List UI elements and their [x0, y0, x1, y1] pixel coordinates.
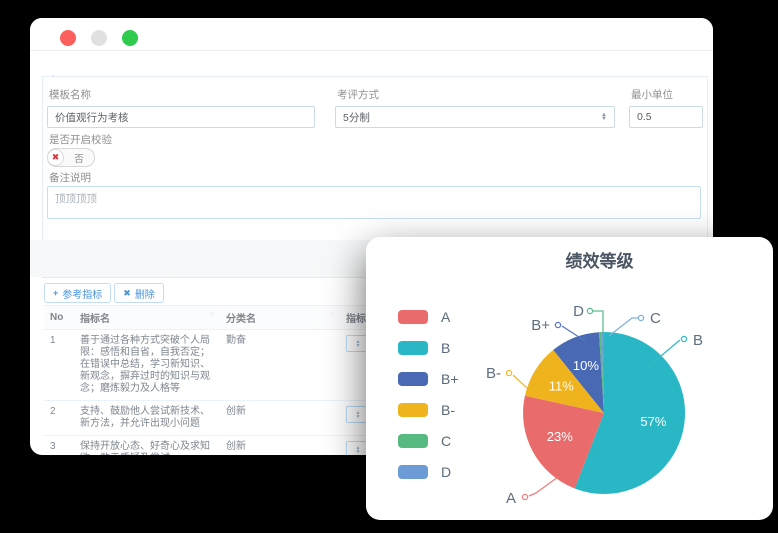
row-number-cell: 2 — [44, 401, 74, 436]
eval-method-label: 考评方式 — [337, 87, 379, 102]
pie-percent-label: 23% — [547, 429, 573, 444]
min-unit-input[interactable]: 0.5 — [629, 106, 703, 128]
eval-method-value: 5分制 — [343, 110, 370, 125]
min-unit-value: 0.5 — [637, 111, 652, 123]
sort-icon[interactable]: ○ — [210, 311, 214, 318]
category-name-cell: 勤奋 — [220, 330, 340, 401]
column-header[interactable]: 分类名○ — [220, 306, 340, 330]
svg-text:B: B — [693, 332, 703, 349]
validation-label: 是否开启校验 — [49, 132, 112, 147]
category-name-cell: 创新 — [220, 401, 340, 436]
svg-text:A: A — [506, 490, 516, 507]
leader-B-minus: B- — [486, 365, 527, 388]
performance-chart-card: 绩效等级 ABB+B-CD 57%23%11%10% D C B B+ B- — [366, 237, 773, 520]
maximize-window-icon[interactable] — [122, 30, 138, 46]
remark-textarea[interactable]: 顶顶顶顶 — [47, 186, 701, 219]
row-number-cell: 1 — [44, 330, 74, 401]
pie-percent-label: 57% — [640, 414, 666, 429]
template-name-value: 价值观行为考核 — [55, 110, 129, 125]
pie-chart: 57% 23% 11% 10% D C B B+ B- — [366, 237, 773, 520]
pie-percent-label: 10% — [573, 358, 599, 373]
delete-button[interactable]: ✖ 删除 — [114, 283, 164, 303]
indicator-name-cell: 善于通过各种方式突破个人局限：感悟和自省，自我否定；在错误中总结，学习新知识、新… — [74, 330, 220, 401]
leader-D: D — [573, 303, 603, 333]
svg-text:C: C — [650, 310, 661, 327]
remark-label: 备注说明 — [49, 170, 91, 185]
column-header[interactable]: 指标名○ — [74, 306, 220, 330]
add-indicator-button[interactable]: + 参考指标 — [44, 283, 111, 303]
template-name-label: 模板名称 — [49, 87, 91, 102]
svg-text:D: D — [573, 303, 584, 320]
select-arrows-icon: ▲▼ — [601, 113, 607, 121]
delete-x-icon: ✖ — [123, 288, 131, 299]
stepper-down-icon[interactable]: ▼ — [356, 450, 361, 454]
category-name-cell: 创新 — [220, 436, 340, 456]
delete-label: 删除 — [135, 286, 155, 301]
remark-value: 顶顶顶顶 — [55, 193, 97, 205]
minimize-window-icon[interactable] — [91, 30, 107, 46]
pie-percent-label: 11% — [549, 379, 574, 394]
indicator-name-cell: 支持、鼓励他人尝试新技术、新方法，并允许出现小问题 — [74, 401, 220, 436]
svg-text:B-: B- — [486, 365, 501, 382]
validation-toggle[interactable]: ✖ 否 — [47, 148, 95, 167]
form-panel: 模板名称 价值观行为考核 考评方式 5分制 ▲▼ 最小单位 0.5 是否开启校验… — [42, 76, 708, 242]
window-titlebar — [30, 18, 713, 51]
toggle-x-icon: ✖ — [47, 149, 64, 166]
stepper-down-icon[interactable]: ▼ — [356, 415, 361, 419]
min-unit-label: 最小单位 — [631, 87, 673, 102]
table-toolbar: + 参考指标 ✖ 删除 — [44, 283, 164, 303]
leader-C: C — [609, 310, 661, 336]
add-indicator-label: 参考指标 — [62, 286, 102, 301]
toggle-state-label: 否 — [64, 151, 94, 165]
plus-icon: + — [53, 288, 58, 298]
close-window-icon[interactable] — [60, 30, 76, 46]
sort-icon[interactable]: ○ — [330, 311, 334, 318]
indicator-name-cell: 保持开放心态、好奇心及求知欲，敢于质疑及尝试 — [74, 436, 220, 456]
svg-text:B+: B+ — [531, 317, 550, 334]
template-name-input[interactable]: 价值观行为考核 — [47, 106, 315, 128]
column-header: No — [44, 306, 74, 330]
row-number-cell: 3 — [44, 436, 74, 456]
stepper-down-icon[interactable]: ▼ — [356, 344, 361, 348]
eval-method-select[interactable]: 5分制 ▲▼ — [335, 106, 615, 128]
leader-A: A — [506, 477, 558, 507]
